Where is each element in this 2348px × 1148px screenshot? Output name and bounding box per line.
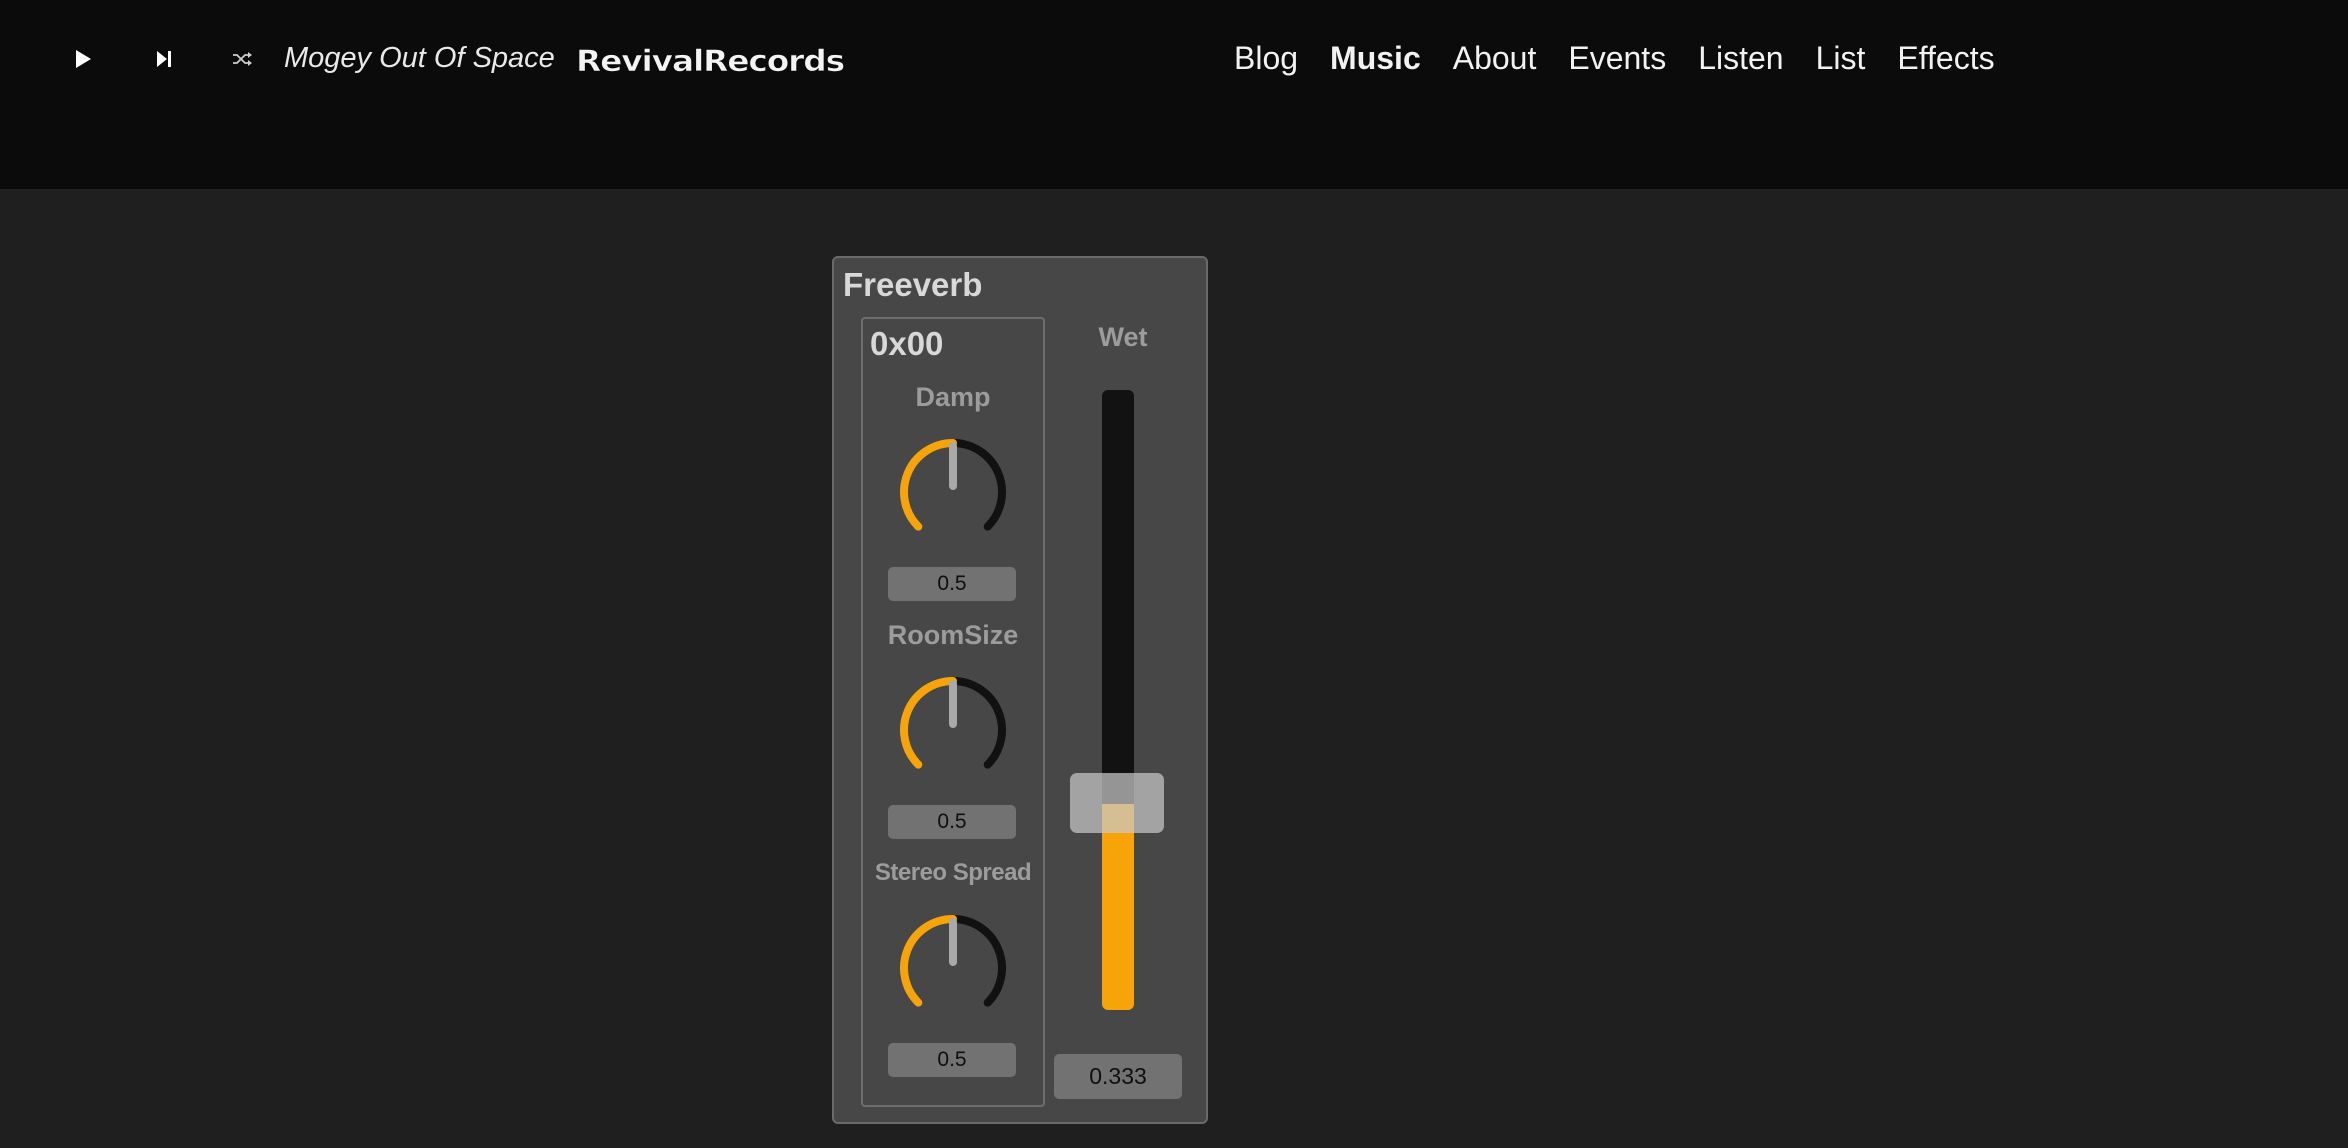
knob-track <box>949 439 1006 531</box>
play-icon <box>76 50 91 68</box>
damp-value[interactable]: 0.5 <box>888 567 1016 601</box>
roomsize-knob[interactable] <box>898 675 1008 785</box>
roomsize-value[interactable]: 0.5 <box>888 805 1016 839</box>
nav-item-list[interactable]: List <box>1816 36 1866 80</box>
param-group: 0x00 Damp 0.5 RoomSize 0.5 Stereo Spread… <box>861 317 1045 1107</box>
wet-label: Wet <box>1098 322 1148 352</box>
group-title: 0x00 <box>870 325 944 362</box>
nav-item-music[interactable]: Music <box>1330 36 1421 80</box>
effect-title: Freeverb <box>843 266 983 303</box>
site-header: Mogey Out Of Space RevivalRecords Blog Mu… <box>0 0 2348 189</box>
skip-next-icon <box>157 51 171 67</box>
knob-track <box>949 677 1006 769</box>
now-playing-title[interactable]: Mogey Out Of Space <box>284 38 555 78</box>
knob-track <box>949 915 1006 1007</box>
nav-item-listen[interactable]: Listen <box>1698 36 1783 80</box>
wet-value[interactable]: 0.333 <box>1054 1054 1182 1099</box>
damp-label: Damp <box>915 382 991 412</box>
damp-knob[interactable] <box>898 437 1008 547</box>
main-nav: Blog Music About Events Listen List Effects <box>1234 36 2027 80</box>
wet-slider-fill <box>1102 804 1134 1010</box>
knob-level-arc <box>900 677 957 769</box>
knob-level-arc <box>900 915 957 1007</box>
brand-logo[interactable]: RevivalRecords <box>576 42 846 79</box>
roomsize-label: RoomSize <box>887 620 1019 650</box>
skip-next-button[interactable] <box>144 42 184 76</box>
nav-item-blog[interactable]: Blog <box>1234 36 1298 80</box>
nav-item-effects[interactable]: Effects <box>1897 36 1994 80</box>
freeverb-panel: Freeverb 0x00 Damp 0.5 RoomSize 0.5 Ster… <box>832 256 1208 1124</box>
wet-slider-thumb[interactable] <box>1070 773 1164 833</box>
play-button[interactable] <box>63 42 103 76</box>
shuffle-icon <box>233 52 252 66</box>
stereo-spread-value[interactable]: 0.5 <box>888 1043 1016 1077</box>
knob-level-arc <box>900 439 957 531</box>
brand-logo-text: RevivalRecords <box>576 44 844 78</box>
shuffle-button[interactable] <box>222 42 262 76</box>
nav-item-events[interactable]: Events <box>1568 36 1666 80</box>
wet-slider-track[interactable] <box>1102 390 1134 1010</box>
nav-item-about[interactable]: About <box>1453 36 1537 80</box>
stereo-spread-label: Stereo Spread <box>874 859 1032 886</box>
stereo-spread-knob[interactable] <box>898 913 1008 1023</box>
